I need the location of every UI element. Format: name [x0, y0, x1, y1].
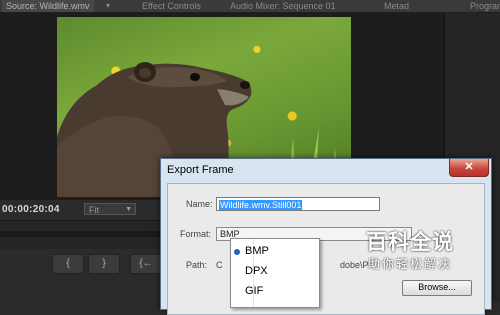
tab-audio-mixer[interactable]: Audio Mixer: Sequence 01	[230, 0, 336, 12]
format-menu: BMP DPX GIF	[230, 238, 320, 308]
close-button[interactable]: ✕	[449, 159, 489, 177]
watermark-subtitle: 助你轻松解决	[368, 257, 453, 271]
tab-source[interactable]: Source: Wildlife.wmv	[2, 0, 94, 12]
name-value: Wildlife.wmv.Still001	[219, 200, 303, 210]
tab-metadata[interactable]: Metad	[384, 0, 409, 12]
menu-item-label: GIF	[245, 285, 264, 297]
watermark-title: 百科全说	[366, 231, 454, 254]
browse-button[interactable]: Browse...	[402, 280, 472, 296]
menu-item-label: DPX	[245, 265, 268, 277]
fit-value: Fit	[89, 205, 99, 215]
fit-dropdown[interactable]: Fit ▼	[84, 203, 136, 215]
tab-program[interactable]: Program	[470, 0, 500, 12]
path-value-start: C	[216, 260, 223, 270]
menu-item-bmp[interactable]: BMP	[231, 243, 317, 261]
mark-out-button[interactable]: }	[88, 254, 120, 274]
menu-item-dpx[interactable]: DPX	[231, 263, 317, 281]
go-to-in-button[interactable]: {←	[130, 254, 162, 274]
timecode-display[interactable]: 00:00:20:04	[2, 204, 60, 215]
close-icon: ✕	[464, 161, 474, 173]
name-field[interactable]: Wildlife.wmv.Still001	[216, 197, 380, 211]
dialog-title: Export Frame	[167, 164, 234, 176]
panel-tab-bar: Source: Wildlife.wmv ▾ Effect Controls A…	[0, 0, 500, 13]
menu-item-gif[interactable]: GIF	[231, 283, 317, 301]
path-label: Path:	[186, 260, 208, 270]
path-value-end: dobe\Pr	[340, 260, 372, 270]
radio-selected-icon	[234, 249, 240, 255]
mark-in-button[interactable]: {	[52, 254, 84, 274]
chevron-down-icon: ▼	[125, 206, 132, 213]
chevron-down-icon[interactable]: ▾	[106, 0, 110, 12]
format-label: Format:	[180, 229, 212, 239]
menu-item-label: BMP	[245, 245, 269, 257]
name-label: Name:	[186, 199, 213, 209]
tab-effect-controls[interactable]: Effect Controls	[142, 0, 201, 12]
